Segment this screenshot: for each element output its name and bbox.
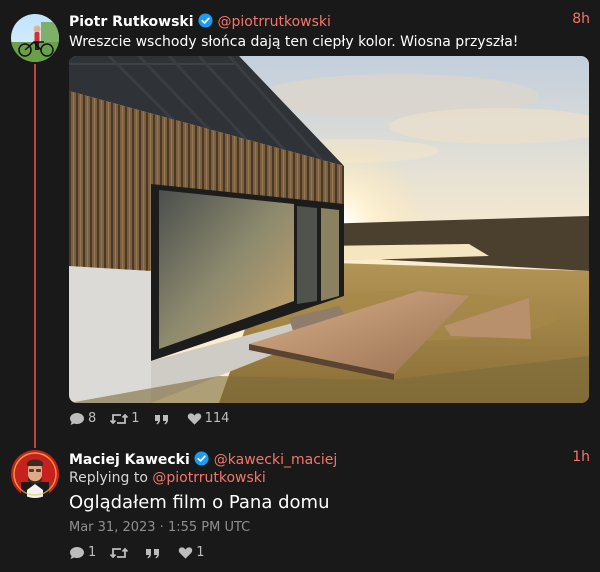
thread-line bbox=[34, 64, 36, 448]
quote-button[interactable] bbox=[154, 412, 173, 426]
like-button[interactable]: 1 bbox=[178, 545, 205, 560]
like-button[interactable]: 114 bbox=[187, 411, 230, 426]
retweet-icon bbox=[110, 413, 129, 424]
author-handle[interactable]: @kawecki_maciej bbox=[214, 452, 338, 468]
author-name[interactable]: Piotr Rutkowski bbox=[69, 14, 194, 30]
tweet-date[interactable]: Mar 31, 2023 · 1:55 PM UTC bbox=[69, 520, 250, 535]
reply-count: 1 bbox=[88, 545, 97, 560]
comment-icon bbox=[70, 546, 84, 559]
tweet-actions: 1 1 bbox=[69, 545, 219, 560]
tweet-photo[interactable] bbox=[69, 56, 589, 403]
quote-icon bbox=[146, 548, 160, 558]
reply-button[interactable]: 1 bbox=[69, 545, 96, 560]
author-name[interactable]: Maciej Kawecki bbox=[69, 452, 190, 468]
tweet-header: Maciej Kawecki @kawecki_maciej bbox=[69, 449, 337, 468]
retweet-count: 1 bbox=[131, 411, 140, 426]
author-handle[interactable]: @piotrrutkowski bbox=[218, 14, 331, 30]
tweet-time[interactable]: 8h bbox=[572, 11, 590, 27]
heart-icon bbox=[179, 546, 193, 559]
tweet-header: Piotr Rutkowski @piotrrutkowski bbox=[69, 11, 331, 30]
reply-button[interactable]: 8 bbox=[69, 411, 96, 426]
like-count: 1 bbox=[196, 545, 205, 560]
heart-icon bbox=[187, 412, 201, 425]
replying-to-label: Replying to bbox=[69, 470, 148, 486]
reply-count: 8 bbox=[88, 411, 97, 426]
like-count: 114 bbox=[204, 411, 230, 426]
replying-to-handle[interactable]: @piotrrutkowski bbox=[152, 470, 265, 486]
verified-badge-icon bbox=[198, 13, 213, 28]
tweet-text: Oglądałem film o Pana domu bbox=[69, 492, 330, 513]
quote-icon bbox=[154, 414, 168, 424]
quote-button[interactable] bbox=[145, 546, 164, 560]
retweet-icon bbox=[110, 547, 129, 558]
tweet-time[interactable]: 1h bbox=[572, 449, 590, 465]
tweet-text: Wreszcie wschody słońca dają ten ciepły … bbox=[69, 34, 519, 50]
avatar[interactable] bbox=[11, 14, 59, 62]
replying-to: Replying to @piotrrutkowski bbox=[69, 470, 266, 486]
retweet-button[interactable]: 1 bbox=[110, 411, 140, 426]
verified-badge-icon bbox=[194, 451, 209, 466]
tweet-actions: 8 1 114 bbox=[69, 411, 243, 426]
retweet-button[interactable] bbox=[110, 546, 131, 560]
avatar[interactable] bbox=[11, 450, 59, 498]
comment-icon bbox=[70, 412, 84, 425]
